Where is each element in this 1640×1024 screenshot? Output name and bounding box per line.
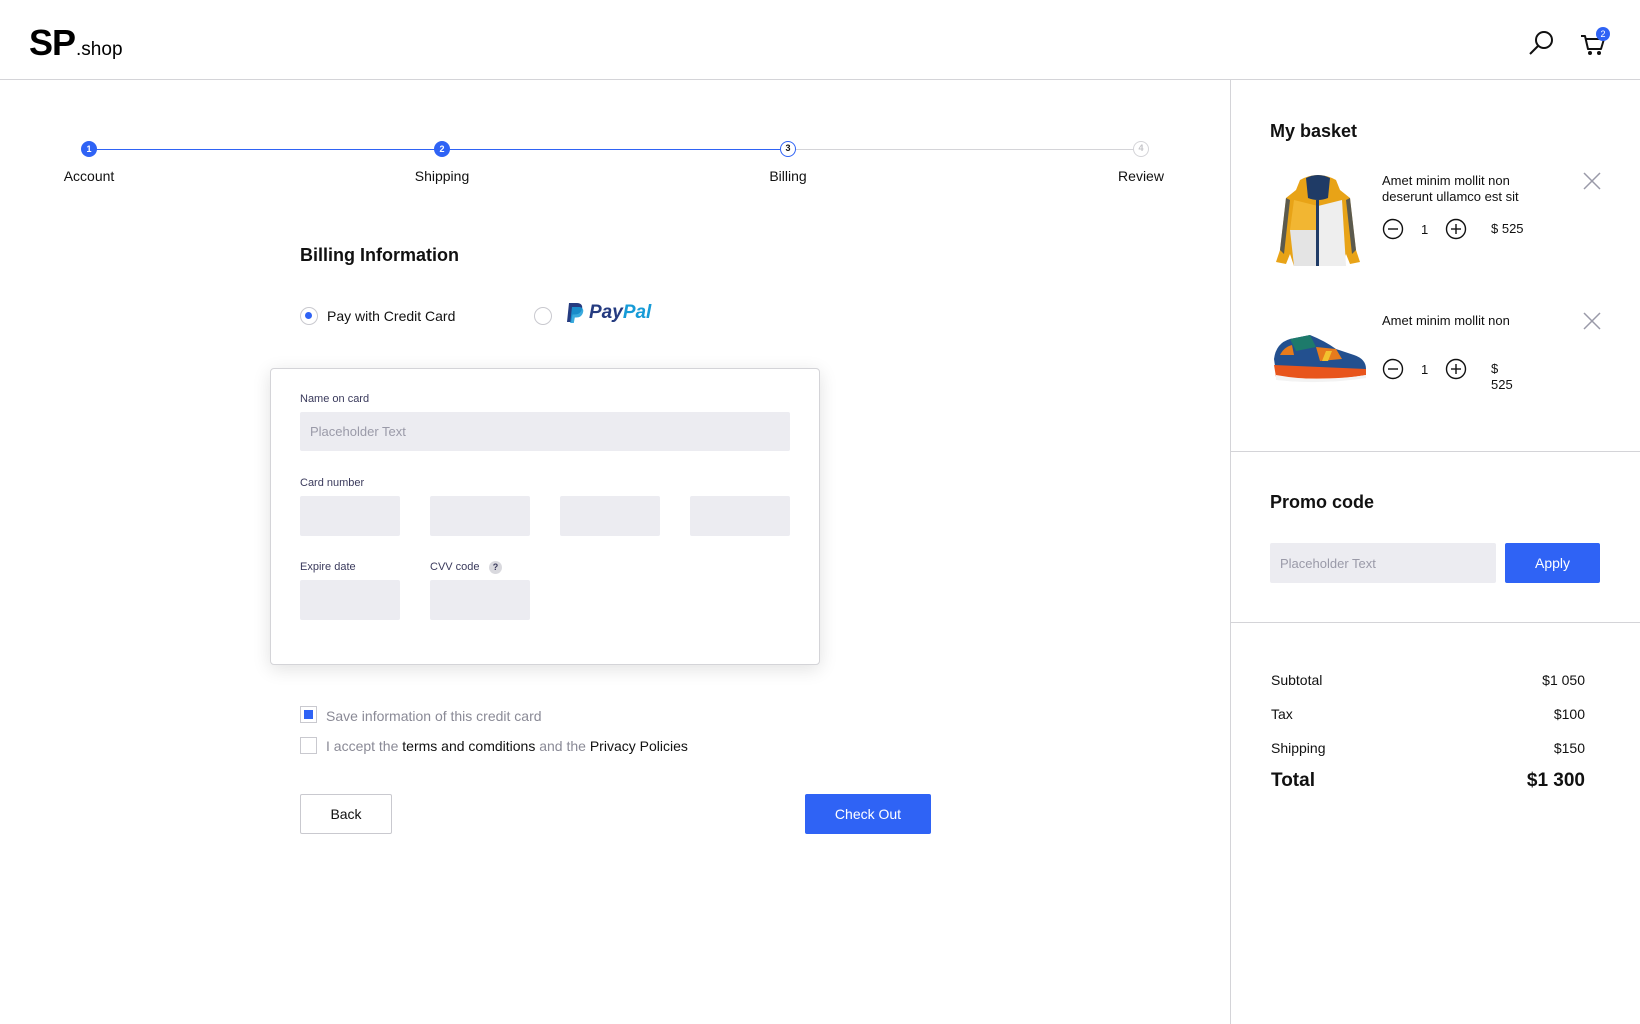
name-on-card-input[interactable]	[300, 412, 790, 451]
accept-mid-text: and the	[539, 738, 586, 754]
promo-code-input[interactable]	[1270, 543, 1496, 583]
increase-qty-item-2-plus-icon[interactable]	[1445, 358, 1467, 380]
credit-card-form: Name on card Card number Expire date CVV…	[270, 368, 820, 665]
stepper-remaining-line	[788, 149, 1141, 150]
logo[interactable]: SP .shop	[29, 22, 123, 64]
expire-date-input[interactable]	[300, 580, 400, 620]
step-4-dot[interactable]: 4	[1133, 141, 1149, 157]
card-number-input-2[interactable]	[430, 496, 530, 536]
search-icon[interactable]	[1527, 28, 1557, 58]
save-card-label[interactable]: Save information of this credit card	[326, 708, 542, 724]
remove-item-1-close-icon[interactable]	[1582, 171, 1602, 191]
basket-title: My basket	[1270, 121, 1358, 141]
basket-item-1-price: $ 525	[1491, 221, 1524, 236]
shipping-label: Shipping	[1271, 740, 1326, 756]
basket-item-2-qty: 1	[1421, 362, 1429, 377]
promo-title: Promo code	[1270, 492, 1375, 512]
basket-item-1-name: Amet minim mollit non deserunt ullamco e…	[1382, 173, 1519, 204]
accept-terms-label: I accept the terms and comditions and th…	[326, 738, 688, 754]
privacy-link[interactable]: Privacy Policies	[590, 738, 688, 754]
step-1-dot[interactable]: 1	[81, 141, 97, 157]
basket-divider	[1231, 451, 1640, 452]
pay-paypal-radio[interactable]	[534, 307, 552, 325]
accept-terms-checkbox[interactable]	[300, 737, 317, 754]
step-3-dot[interactable]: 3	[780, 141, 796, 157]
step-4-label[interactable]: Review	[1118, 168, 1164, 184]
shipping-value: $150	[1553, 740, 1585, 756]
tax-label: Tax	[1271, 706, 1293, 722]
paypal-logo-text: PayPal	[589, 302, 652, 323]
total-value: $1 300	[1526, 770, 1585, 791]
terms-link[interactable]: terms and comditions	[402, 738, 535, 754]
pay-card-radio[interactable]	[300, 307, 318, 325]
total-label: Total	[1271, 770, 1315, 791]
back-button[interactable]: Back	[300, 794, 392, 834]
subtotal-value: $1 050	[1542, 672, 1585, 688]
logo-mark: SP	[29, 22, 76, 63]
accept-prefix-text: I accept the	[326, 738, 399, 754]
expire-date-label: Expire date	[300, 561, 356, 573]
product-image-sneaker[interactable]	[1270, 325, 1370, 385]
billing-title: Billing Information	[300, 245, 459, 265]
paypal-icon	[567, 303, 584, 323]
step-2-label[interactable]: Shipping	[415, 168, 470, 184]
remove-item-2-close-icon[interactable]	[1582, 311, 1602, 331]
card-number-input-1[interactable]	[300, 496, 400, 536]
step-3-label[interactable]: Billing	[769, 168, 806, 184]
increase-qty-item-1-plus-icon[interactable]	[1445, 218, 1467, 240]
paypal-option[interactable]: PayPal	[565, 302, 651, 324]
pay-card-label[interactable]: Pay with Credit Card	[327, 308, 455, 324]
site-header: SP .shop 2	[0, 0, 1640, 80]
basket-item-2-name: Amet minim mollit non	[1382, 313, 1510, 328]
logo-suffix: .shop	[76, 39, 123, 60]
subtotal-label: Subtotal	[1271, 672, 1323, 688]
cart-count-badge: 2	[1596, 27, 1610, 41]
basket-item-1-qty: 1	[1421, 222, 1429, 237]
step-1-label[interactable]: Account	[64, 168, 115, 184]
promo-divider	[1231, 622, 1640, 623]
cvv-input[interactable]	[430, 580, 530, 620]
basket-item-2-price: $ 525	[1491, 361, 1513, 392]
cvv-label: CVV code	[430, 561, 480, 573]
help-icon[interactable]: ?	[489, 561, 502, 574]
decrease-qty-item-1-minus-icon[interactable]	[1382, 218, 1404, 240]
tax-value: $100	[1553, 706, 1585, 722]
apply-promo-button[interactable]: Apply	[1505, 543, 1600, 583]
name-on-card-label: Name on card	[300, 393, 370, 405]
save-card-checkbox[interactable]	[300, 706, 317, 723]
sidebar-divider	[1230, 80, 1231, 1024]
decrease-qty-item-2-minus-icon[interactable]	[1382, 358, 1404, 380]
card-number-input-4[interactable]	[690, 496, 790, 536]
checkout-button[interactable]: Check Out	[805, 794, 931, 834]
card-number-label: Card number	[300, 477, 365, 489]
card-number-input-3[interactable]	[560, 496, 660, 536]
step-2-dot[interactable]: 2	[434, 141, 450, 157]
product-image-jacket[interactable]	[1270, 170, 1366, 274]
